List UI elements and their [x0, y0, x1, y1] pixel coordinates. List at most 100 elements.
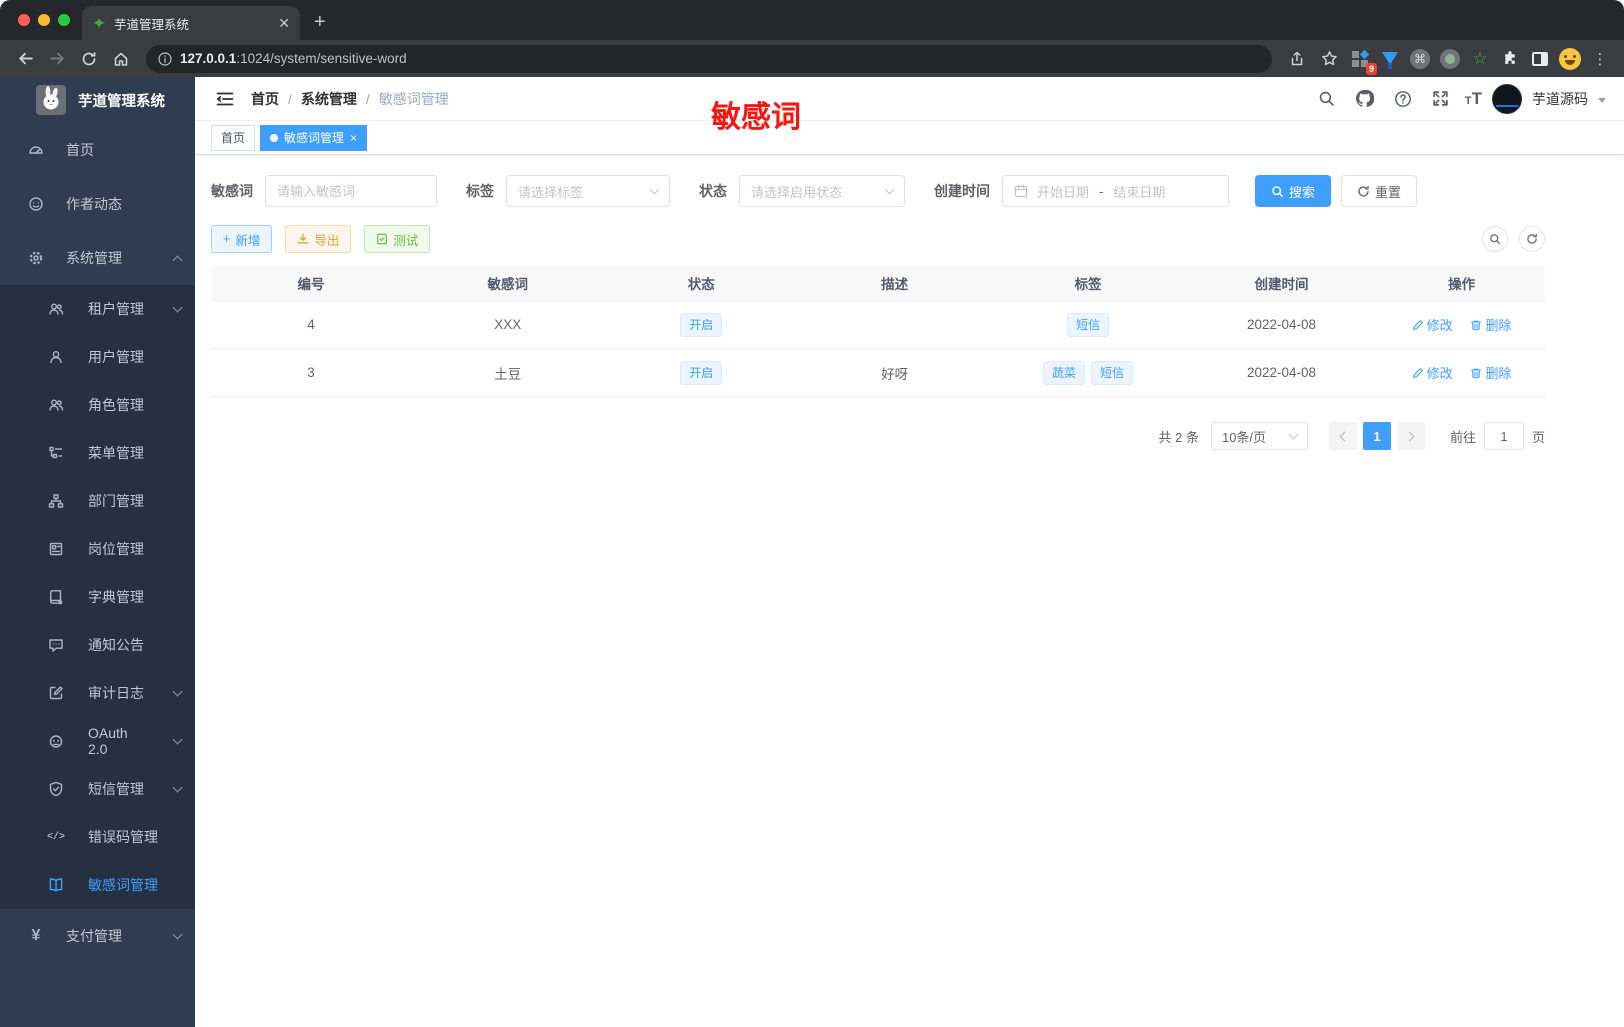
- back-icon[interactable]: [12, 46, 38, 72]
- share-icon[interactable]: [1284, 46, 1310, 72]
- cell-actions: 修改 删除: [1378, 315, 1545, 334]
- tag-view-sensitive-word[interactable]: 敏感词管理 ×: [260, 124, 368, 151]
- chevron-down-icon: [172, 782, 183, 792]
- edit-log-icon: [48, 685, 64, 701]
- test-button[interactable]: 测试: [364, 225, 431, 253]
- sidebar-item-notice[interactable]: 通知公告: [0, 621, 195, 669]
- reload-icon[interactable]: [76, 46, 102, 72]
- close-window-button[interactable]: [18, 14, 30, 26]
- edit-link[interactable]: 修改: [1412, 363, 1453, 382]
- sidebar-item-dept[interactable]: 部门管理: [0, 477, 195, 525]
- url-bar[interactable]: 127.0.0.1:1024/system/sensitive-word: [146, 44, 1272, 73]
- page-size-select[interactable]: 10条/页: [1210, 422, 1308, 450]
- minimize-window-button[interactable]: [38, 14, 50, 26]
- bookmark-star-icon[interactable]: [1316, 46, 1342, 72]
- extension-funnel-icon[interactable]: [1378, 47, 1402, 71]
- profile-avatar-icon[interactable]: [1558, 47, 1582, 71]
- extension-record-icon[interactable]: [1438, 47, 1462, 71]
- fullscreen-icon[interactable]: [1427, 85, 1455, 113]
- breadcrumb-system[interactable]: 系统管理: [301, 89, 357, 109]
- goto-page-input[interactable]: [1483, 422, 1524, 450]
- sidebar-item-error-code[interactable]: </> 错误码管理: [0, 813, 195, 861]
- sidebar-item-sms[interactable]: 短信管理: [0, 765, 195, 813]
- help-icon[interactable]: [1389, 85, 1417, 113]
- close-tag-icon[interactable]: ×: [350, 131, 357, 145]
- tab-close-icon[interactable]: ✕: [278, 15, 290, 32]
- cell-id: 4: [307, 317, 315, 332]
- breadcrumb: 首页 / 系统管理 / 敏感词管理: [251, 89, 449, 109]
- prev-page-button[interactable]: [1328, 422, 1357, 450]
- cell-desc: 好呀: [881, 366, 909, 382]
- home-icon[interactable]: [108, 46, 134, 72]
- sidebar-item-pay[interactable]: ¥ 支付管理: [0, 909, 195, 963]
- extension-grid-icon[interactable]: 9: [1348, 47, 1377, 75]
- search-button[interactable]: 搜索: [1255, 175, 1332, 207]
- breadcrumb-current: 敏感词管理: [378, 90, 449, 107]
- zoom-window-button[interactable]: [58, 14, 70, 26]
- current-page[interactable]: 1: [1362, 422, 1391, 450]
- date-label: 创建时间: [934, 183, 990, 199]
- add-button[interactable]: + 新增: [211, 225, 273, 253]
- sidebar-item-sensitive-word[interactable]: 敏感词管理: [0, 861, 195, 909]
- github-icon[interactable]: [1351, 85, 1379, 113]
- breadcrumb-home[interactable]: 首页: [251, 89, 279, 109]
- sidebar-item-home[interactable]: 首页: [0, 123, 195, 177]
- sidebar-item-menu-mgmt[interactable]: 菜单管理: [0, 429, 195, 477]
- table-header-row: 编号 敏感词 状态 描述 标签 创建时间 操作: [211, 266, 1545, 300]
- main-header: 首页 / 系统管理 / 敏感词管理 敏感词 TT 芋道源码: [195, 77, 1624, 134]
- site-info-icon[interactable]: [158, 51, 172, 66]
- extension-command-icon[interactable]: ⌘: [1408, 47, 1432, 71]
- sidebar-item-tenant[interactable]: 租户管理: [0, 285, 195, 333]
- forward-icon[interactable]: [44, 46, 70, 72]
- delete-link[interactable]: 删除: [1470, 363, 1511, 382]
- reset-button[interactable]: 重置: [1341, 175, 1418, 207]
- search-icon[interactable]: [1313, 85, 1341, 113]
- delete-link[interactable]: 删除: [1470, 315, 1511, 334]
- keyword-input[interactable]: [277, 183, 425, 199]
- browser-menu-icon[interactable]: ⋮: [1588, 47, 1612, 71]
- sidebar-item-audit-log[interactable]: 审计日志: [0, 669, 195, 717]
- tag-select[interactable]: 请选择标签: [506, 175, 670, 207]
- url-text: 127.0.0.1:1024/system/sensitive-word: [180, 51, 407, 66]
- sidebar-item-dict[interactable]: 字典管理: [0, 573, 195, 621]
- pencil-icon: [1412, 367, 1423, 378]
- collapse-sidebar-icon[interactable]: [207, 81, 243, 117]
- app: 芋道管理系统 首页 作者动态 系统管理 租户管理 用户管理 角色管理 菜单管理 …: [0, 77, 1624, 1027]
- new-tab-button[interactable]: +: [314, 11, 326, 34]
- dictionary-book-icon: [48, 589, 64, 605]
- sidebar-item-post[interactable]: 岗位管理: [0, 525, 195, 573]
- header-actions: TT 芋道源码: [1313, 83, 1606, 114]
- table-refresh-icon[interactable]: [1519, 226, 1545, 252]
- sidebar-item-oauth[interactable]: OAuth 2.0: [0, 717, 195, 765]
- sidebar-item-author-news[interactable]: 作者动态: [0, 177, 195, 231]
- user-menu-caret-icon[interactable]: [1598, 97, 1606, 103]
- sidebar-item-role[interactable]: 角色管理: [0, 381, 195, 429]
- edit-link[interactable]: 修改: [1412, 315, 1453, 334]
- user-avatar[interactable]: [1492, 83, 1522, 114]
- tenant-users-icon: [48, 301, 64, 317]
- calendar-icon: [1014, 184, 1028, 198]
- date-range-picker[interactable]: 开始日期 - 结束日期: [1002, 175, 1229, 207]
- extension-puzzle-icon[interactable]: [1498, 47, 1522, 71]
- comment-dots-icon: [48, 637, 64, 653]
- side-panel-icon[interactable]: [1528, 47, 1552, 71]
- table-search-icon[interactable]: [1482, 226, 1508, 252]
- next-page-button[interactable]: [1396, 422, 1425, 450]
- sidebar-item-system[interactable]: 系统管理: [0, 231, 195, 285]
- username[interactable]: 芋道源码: [1532, 89, 1588, 109]
- sidebar-logo[interactable]: 芋道管理系统: [0, 77, 195, 123]
- date-end-placeholder: 结束日期: [1113, 184, 1166, 200]
- favicon-leaf-icon: [92, 16, 106, 30]
- extension-star-icon[interactable]: ☆: [1468, 47, 1492, 71]
- export-button[interactable]: 导出: [285, 225, 352, 253]
- author-face-icon: [28, 196, 44, 212]
- tags-view-bar: 首页 敏感词管理 ×: [195, 121, 1624, 155]
- status-select[interactable]: 请选择启用状态: [739, 175, 905, 207]
- sidebar-item-user[interactable]: 用户管理: [0, 333, 195, 381]
- tag-view-home[interactable]: 首页: [211, 124, 256, 151]
- browser-tab[interactable]: 芋道管理系统 ✕: [82, 6, 300, 40]
- cell-created: 2022-04-08: [1246, 317, 1317, 332]
- pagination: 共 2 条 10条/页 1 前往 页: [211, 422, 1545, 450]
- font-size-icon[interactable]: TT: [1465, 89, 1482, 109]
- yen-icon: ¥: [31, 927, 41, 944]
